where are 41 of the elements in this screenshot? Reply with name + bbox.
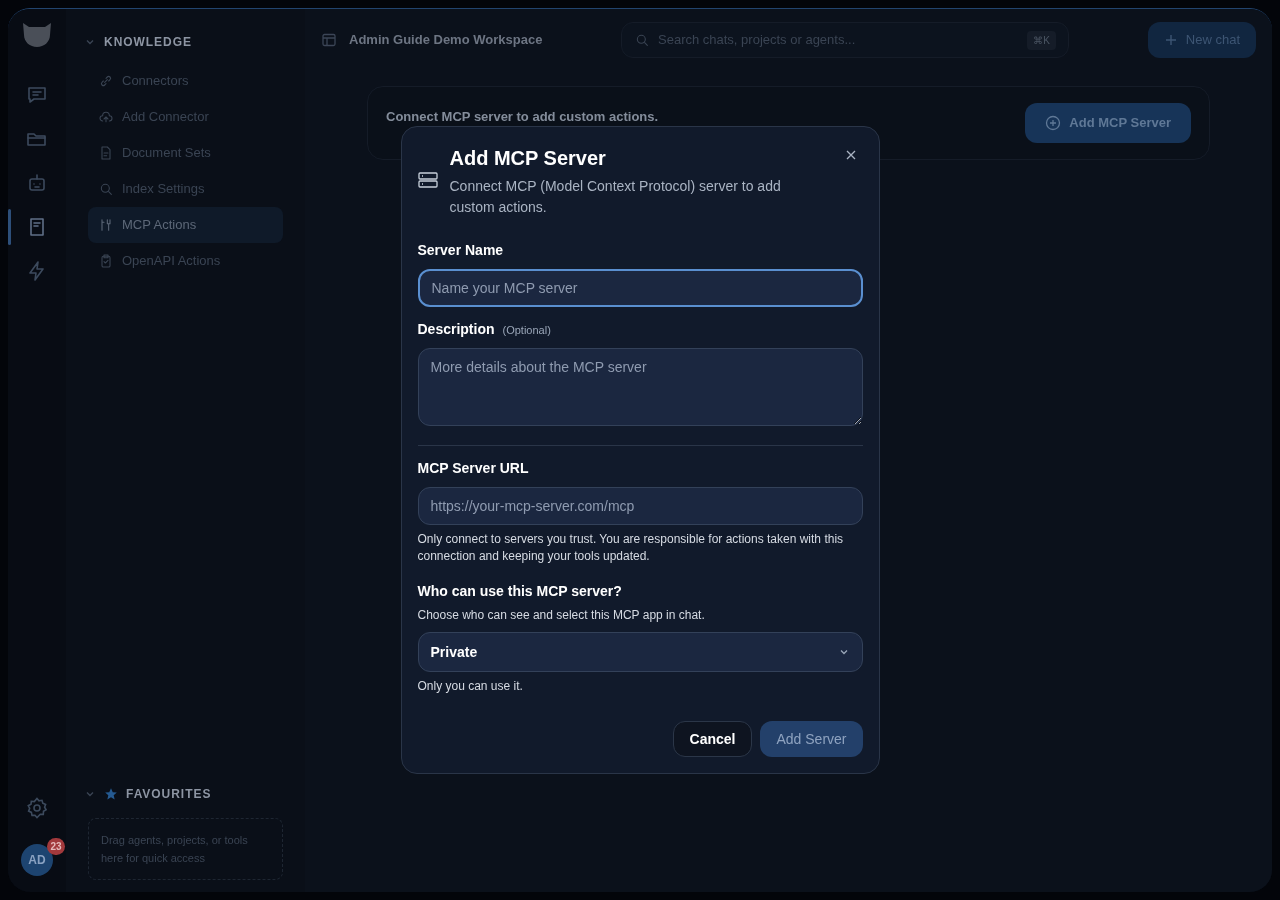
dialog-title: Add MCP Server — [449, 146, 607, 171]
field-label: Server Name — [417, 241, 504, 260]
active-indicator — [8, 209, 11, 245]
field-description: Choose who can see and select this MCP app in chat. — [417, 607, 706, 624]
add-mcp-server-button[interactable]: Add MCP Server — [1025, 103, 1191, 143]
star-icon — [104, 787, 118, 801]
section-title: KNOWLEDGE — [104, 34, 192, 51]
search-icon — [634, 32, 650, 48]
workspace-title: Admin Guide Demo Workspace — [349, 31, 544, 50]
link-icon — [98, 73, 114, 89]
document-icon — [98, 145, 114, 161]
text-field[interactable]: https://your-mcp-server.com/mcp — [417, 487, 863, 525]
plus-icon — [1163, 33, 1178, 47]
text-field[interactable]: Name your MCP server — [417, 269, 863, 307]
description-field[interactable]: More details about the MCP server — [417, 348, 863, 426]
cancel-button[interactable]: Cancel — [672, 721, 753, 757]
help-text: Only you can use it. — [417, 678, 524, 695]
close-icon — [844, 149, 857, 161]
section-title: FAVOURITES — [126, 786, 212, 803]
sidebar-item[interactable]: OpenAPI Actions — [88, 243, 283, 279]
help-text: Only connect to servers you trust. You are responsible for actions taken with this connection and keeping your tools updated. — [417, 531, 845, 565]
field-label: MCP Server URL — [417, 459, 529, 478]
optional-note: (Optional) — [502, 323, 551, 338]
search-icon — [98, 181, 114, 197]
sidebar-toggle-icon[interactable] — [321, 32, 337, 48]
dialog-subtitle: Connect MCP (Model Context Protocol) server to add custom actions. — [449, 177, 782, 217]
sidebar-item[interactable]: Connectors — [88, 63, 283, 99]
plus-circle-icon — [1045, 115, 1062, 131]
cloud-upload-icon — [98, 109, 114, 125]
sidebar-item[interactable]: Index Settings — [88, 171, 283, 207]
access-dropdown[interactable]: Private — [417, 632, 863, 672]
clipboard-icon — [98, 253, 114, 269]
sidebar-item[interactable]: MCP Actions — [88, 207, 283, 243]
banner-text: Connect MCP server to add custom actions. — [386, 108, 659, 127]
field-label: Who can use this MCP server? — [417, 582, 622, 601]
server-icon — [417, 172, 438, 188]
notification-badge: 23 — [47, 838, 65, 855]
field-label: Description — [417, 320, 495, 339]
sidebar-item[interactable]: Add Connector — [88, 99, 283, 135]
sidebar-item[interactable]: Document Sets — [88, 135, 283, 171]
settings-icon[interactable] — [25, 796, 49, 820]
